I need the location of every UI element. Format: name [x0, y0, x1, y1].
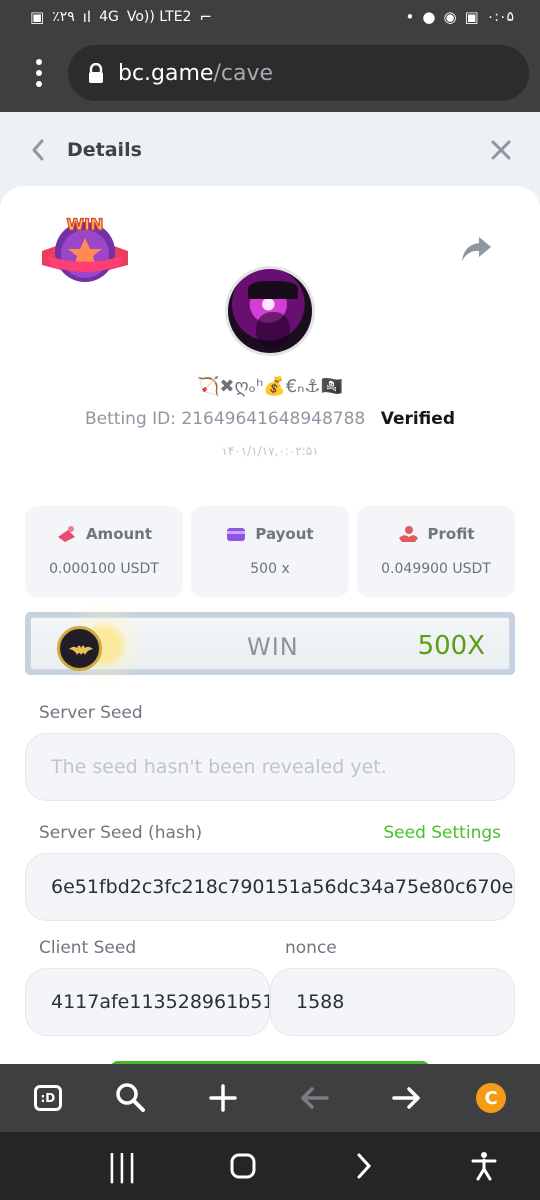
result-banner-inner: WIN 500X: [30, 600, 510, 690]
server-seed-hash-label: Server Seed (hash): [39, 823, 203, 843]
network-type: 4G: [99, 9, 119, 25]
signal-icon: ıl: [82, 7, 92, 26]
lock-icon: [89, 62, 103, 83]
server-seed-hash-value: 6e51fbd2c3fc218c790151a56dc34a75e80c670e…: [51, 876, 515, 898]
server-seed-label: Server Seed: [39, 703, 143, 723]
amount-value: 0.000100 USDT: [49, 561, 159, 577]
browser-toolbar: :D C: [0, 1064, 540, 1132]
back-chevron-icon[interactable]: [26, 137, 52, 163]
share-icon[interactable]: [460, 234, 492, 264]
nonce-value: 1588: [296, 991, 345, 1013]
notification-dot-icon: •: [405, 7, 415, 26]
details-header: Details: [0, 112, 540, 188]
bat-coin-icon: [57, 626, 102, 671]
status-left: ▣ ٪۲۹ ıl 4G Vo)) LTE2 ⌐: [30, 9, 212, 25]
payout-label: Payout: [255, 525, 314, 543]
key-icon: ⌐: [199, 7, 213, 26]
status-right: • ● ◉ ▣ ۰:۰۵: [405, 9, 514, 25]
betting-id: Betting ID: 21649641648948788: [85, 409, 366, 429]
coin-icon[interactable]: C: [476, 1083, 507, 1113]
profit-label: Profit: [427, 525, 475, 543]
url-path: /cave: [213, 60, 274, 86]
server-seed-placeholder: The seed hasn't been revealed yet.: [51, 756, 387, 778]
url-host: bc.game: [118, 60, 214, 86]
recent-apps-icon[interactable]: |||: [106, 1149, 138, 1184]
result-multiplier: 500X: [417, 631, 485, 661]
profit-box: Profit 0.049900 USDT: [357, 506, 515, 597]
payout-label-row: Payout: [191, 525, 349, 543]
tabs-icon-text: :D: [40, 1091, 56, 1105]
browser-address-bar: bc.game/cave: [0, 34, 540, 112]
game-result-banner: WIN 500X: [25, 600, 515, 690]
bet-timestamp: ۱۴۰۱/۱/۱۷,۰:۰۲:۵۱: [221, 444, 319, 458]
nonce-field[interactable]: 1588: [270, 968, 515, 1036]
verified-status: Verified: [380, 409, 455, 429]
client-seed-field[interactable]: 4117afe113528961b517: [25, 968, 270, 1036]
battery-icon: ▣: [30, 7, 45, 26]
url-field[interactable]: bc.game/cave: [68, 45, 529, 101]
android-navigation-bar: |||: [0, 1132, 540, 1200]
win-badge-text: WIN: [67, 216, 104, 234]
home-icon[interactable]: [227, 1150, 259, 1182]
amount-icon: [57, 526, 75, 542]
amount-box: Amount 0.000100 USDT: [25, 506, 183, 597]
forward-arrow-icon[interactable]: [384, 1076, 428, 1120]
status-bar: ▣ ٪۲۹ ıl 4G Vo)) LTE2 ⌐ • ● ◉ ▣ ۰:۰۵: [0, 0, 540, 34]
nonce-label: nonce: [285, 938, 337, 958]
client-seed-label: Client Seed: [39, 938, 137, 958]
page-title: Details: [67, 139, 142, 161]
battery-level: ٪۲۹: [52, 9, 75, 25]
profit-icon: [398, 526, 418, 542]
amount-label-row: Amount: [25, 525, 183, 543]
accessibility-icon[interactable]: [468, 1150, 500, 1182]
search-icon[interactable]: [109, 1076, 153, 1120]
game-result-text: WIN: [247, 633, 299, 661]
win-badge-icon: WIN: [42, 216, 128, 282]
payout-value: 500 x: [250, 561, 290, 577]
voice-lte: Vo)) LTE2: [126, 9, 192, 25]
payout-icon: [227, 528, 246, 541]
clock: ۰:۰۵: [486, 9, 514, 25]
bat-icon: [69, 645, 93, 655]
bet-details-card: WIN 🏹✖ღₒʰ💰€ₙ⚓🏴‍☠️ Betting ID: 2164964164…: [0, 186, 540, 1069]
payout-box: Payout 500 x: [191, 506, 349, 597]
tabs-button[interactable]: :D: [33, 1085, 62, 1111]
browser-menu-icon[interactable]: [30, 59, 48, 87]
profit-value: 0.049900 USDT: [381, 561, 491, 577]
amount-label: Amount: [85, 525, 153, 543]
back-arrow-icon[interactable]: [293, 1076, 337, 1120]
player-username: 🏹✖ღₒʰ💰€ₙ⚓🏴‍☠️: [197, 376, 343, 397]
back-nav-icon[interactable]: [347, 1150, 379, 1182]
seed-settings-link[interactable]: Seed Settings: [383, 823, 501, 843]
client-seed-value: 4117afe113528961b517: [51, 991, 270, 1013]
player-avatar: [225, 266, 315, 356]
server-seed-hash-field[interactable]: 6e51fbd2c3fc218c790151a56dc34a75e80c670e…: [25, 853, 515, 921]
bet-id-row: Betting ID: 21649641648948788 Verified: [0, 406, 540, 436]
add-tab-icon[interactable]: [201, 1076, 245, 1120]
close-icon[interactable]: [488, 137, 514, 163]
profit-label-row: Profit: [357, 525, 515, 543]
server-seed-field[interactable]: The seed hasn't been revealed yet.: [25, 733, 515, 801]
app-icon: ●: [422, 7, 436, 26]
gallery-icon: ▣: [464, 7, 479, 26]
pinterest-icon: ◉: [443, 7, 457, 26]
